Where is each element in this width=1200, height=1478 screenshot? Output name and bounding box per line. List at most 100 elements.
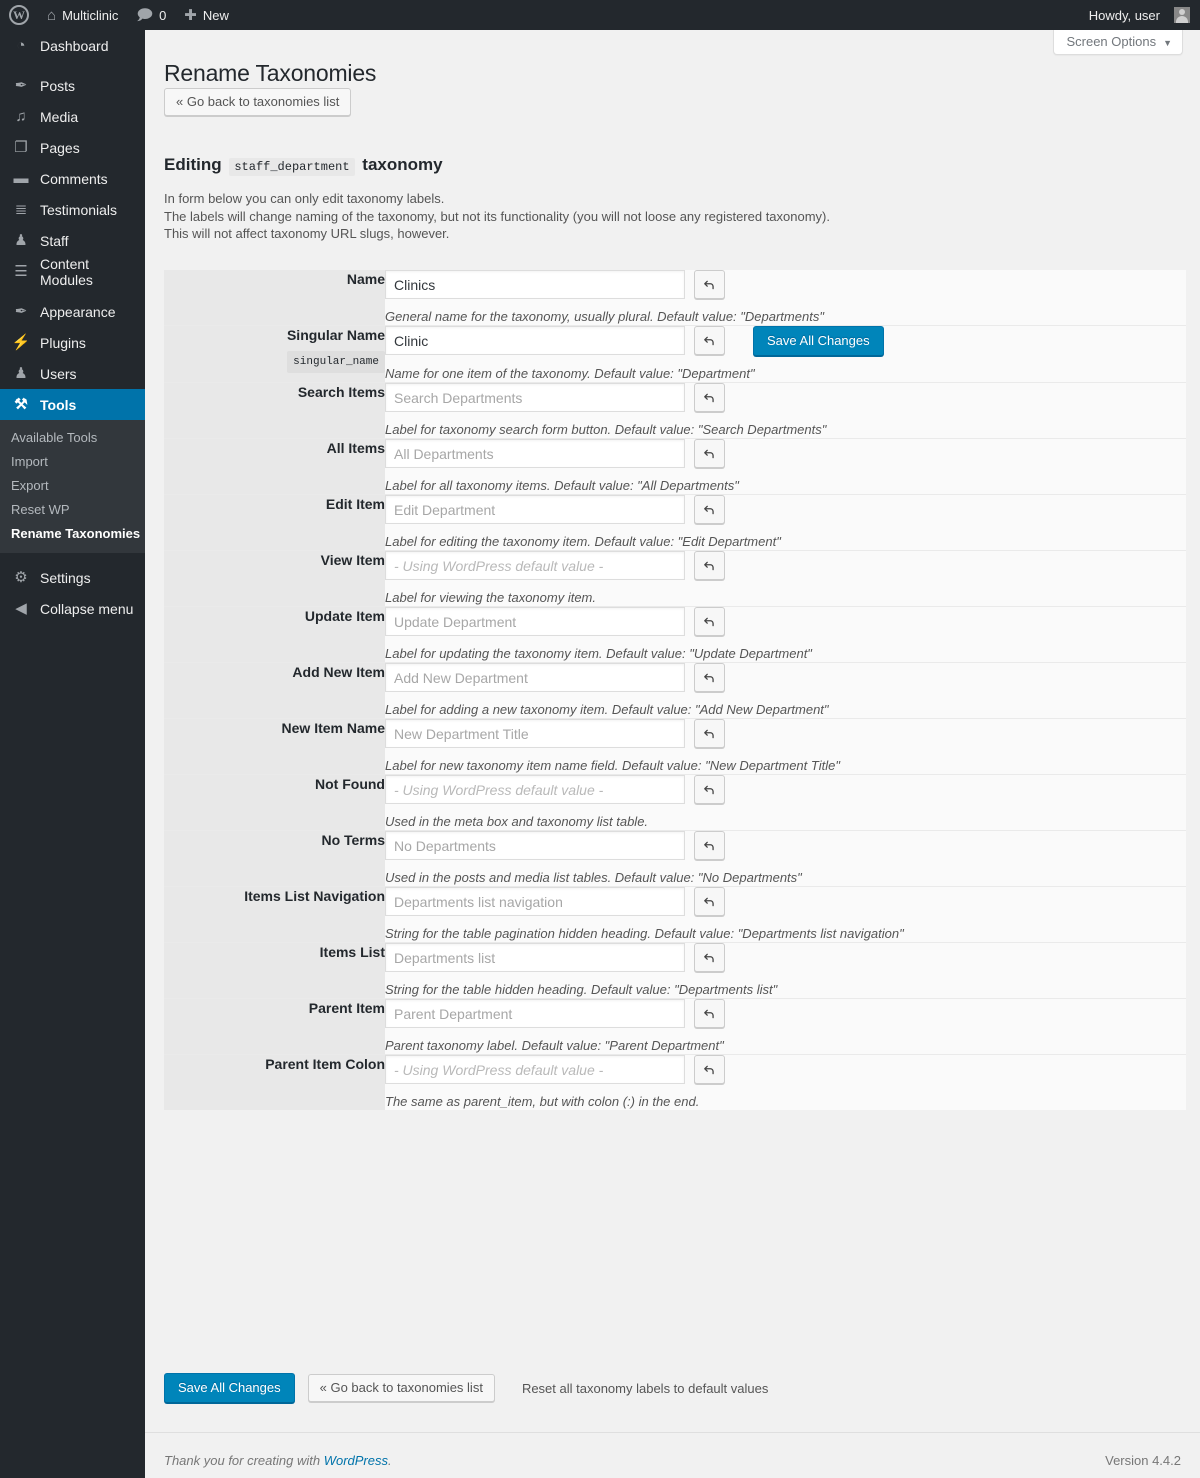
undo-arrow-icon[interactable] (694, 887, 725, 916)
submenu-item-import[interactable]: Import (0, 450, 145, 474)
undo-arrow-icon[interactable] (694, 495, 725, 524)
go-back-to-taxonomies-button-bottom[interactable]: « Go back to taxonomies list (308, 1374, 495, 1402)
undo-arrow-icon[interactable] (694, 663, 725, 692)
plus-icon: ✚ (184, 8, 197, 23)
howdy-label: Howdy, user (1089, 8, 1160, 23)
label-input-name[interactable] (385, 270, 685, 299)
row-help-text: Used in the posts and media list tables.… (385, 869, 1186, 886)
undo-arrow-icon[interactable] (694, 607, 725, 636)
sidebar-item-users[interactable]: ♟Users (0, 358, 145, 389)
label-input-parent-item[interactable] (385, 999, 685, 1028)
screen-options-label: Screen Options (1066, 34, 1156, 49)
save-all-changes-button-inline[interactable]: Save All Changes (753, 326, 884, 356)
row-help-text: Label for all taxonomy items. Default va… (385, 477, 1186, 494)
description-line: This will not affect taxonomy URL slugs,… (164, 225, 1064, 243)
label-input-edit-item[interactable] (385, 495, 685, 524)
sidebar-item-dashboard[interactable]: ◔Dashboard (0, 30, 145, 61)
pin-icon: ✒ (11, 78, 31, 93)
row-label: Parent Item Colon (164, 1055, 385, 1073)
undo-arrow-icon[interactable] (694, 999, 725, 1028)
field-row (385, 719, 1186, 748)
site-name-button[interactable]: ⌂ Multiclinic (38, 0, 127, 30)
field-row (385, 495, 1186, 524)
label-input-all-items[interactable] (385, 439, 685, 468)
settings-icon: ⚙ (11, 570, 31, 585)
row-label-cell: Search Items (164, 383, 385, 439)
row-label: Items List (164, 943, 385, 961)
sidebar-item-tools[interactable]: ⚒Tools (0, 389, 145, 420)
label-input-singular-name[interactable] (385, 326, 685, 355)
label-input-items-list[interactable] (385, 943, 685, 972)
undo-arrow-icon[interactable] (694, 270, 725, 299)
go-back-to-taxonomies-button-top[interactable]: « Go back to taxonomies list (164, 88, 351, 116)
label-input-new-item-name[interactable] (385, 719, 685, 748)
row-label: Add New Item (164, 663, 385, 681)
label-input-search-items[interactable] (385, 383, 685, 412)
table-row: No TermsUsed in the posts and media list… (164, 831, 1186, 887)
sidebar-item-settings[interactable]: ⚙Settings (0, 562, 145, 593)
sidebar-item-staff[interactable]: ♟Staff (0, 225, 145, 256)
undo-arrow-icon[interactable] (694, 831, 725, 860)
row-label-cell: View Item (164, 551, 385, 607)
sidebar-item-media[interactable]: ♫ Media (0, 101, 145, 132)
save-all-changes-button-bottom[interactable]: Save All Changes (164, 1373, 295, 1403)
sidebar-item-pages[interactable]: ❐Pages (0, 132, 145, 163)
undo-arrow-icon[interactable] (694, 326, 725, 355)
undo-arrow-icon[interactable] (694, 943, 725, 972)
screen-options-toggle[interactable]: Screen Options▼ (1053, 30, 1183, 55)
row-help-text: Name for one item of the taxonomy. Defau… (385, 365, 1186, 382)
undo-arrow-icon[interactable] (694, 1055, 725, 1084)
reset-all-labels-link[interactable]: Reset all taxonomy labels to default val… (522, 1381, 768, 1396)
label-input-parent-item-colon[interactable] (385, 1055, 685, 1084)
howdy-account-button[interactable]: Howdy, user (1080, 0, 1190, 30)
label-input-items-list-navigation[interactable] (385, 887, 685, 916)
undo-arrow-icon[interactable] (694, 719, 725, 748)
undo-arrow-icon[interactable] (694, 551, 725, 580)
row-field-cell: Label for new taxonomy item name field. … (385, 719, 1186, 775)
sidebar-item-plugins[interactable]: ⚡Plugins (0, 327, 145, 358)
row-label: Name (164, 270, 385, 288)
collapse-left-icon: ◀ (11, 601, 31, 616)
field-row: Save All Changes (385, 326, 1186, 356)
media-icon: ♫ (11, 109, 31, 124)
table-row: Parent Item ColonThe same as parent_item… (164, 1055, 1186, 1111)
sidebar-item-testimonials[interactable]: ≣Testimonials (0, 194, 145, 225)
sidebar-item-content-modules[interactable]: ☰Content Modules (0, 256, 145, 287)
row-label-cell: Items List Navigation (164, 887, 385, 943)
wordpress-link[interactable]: WordPress (324, 1453, 388, 1468)
editing-suffix: taxonomy (362, 155, 442, 174)
submenu-item-rename-taxonomies[interactable]: Rename Taxonomies (0, 522, 145, 546)
label-input-add-new-item[interactable] (385, 663, 685, 692)
user-icon: ♟ (11, 233, 31, 248)
comments-button[interactable]: 🗩 0 (127, 0, 175, 30)
new-content-button[interactable]: ✚ New (175, 0, 238, 30)
sidebar-item-label: Media (40, 109, 78, 125)
wordpress-logo-button[interactable]: W (0, 0, 38, 30)
submenu-item-available-tools[interactable]: Available Tools (0, 426, 145, 450)
wordpress-version-label: Version 4.4.2 (1105, 1453, 1181, 1468)
comment-bubble-icon: 🗩 (136, 8, 153, 23)
label-input-view-item[interactable] (385, 551, 685, 580)
undo-arrow-icon[interactable] (694, 383, 725, 412)
submenu-item-export[interactable]: Export (0, 474, 145, 498)
submenu-item-reset-wp[interactable]: Reset WP (0, 498, 145, 522)
row-help-text: Parent taxonomy label. Default value: "P… (385, 1037, 1186, 1054)
module-icon: ☰ (11, 264, 31, 279)
row-help-text: Used in the meta box and taxonomy list t… (385, 813, 1186, 830)
sidebar-item-appearance[interactable]: ✒Appearance (0, 296, 145, 327)
wordpress-logo-icon: W (9, 5, 29, 25)
sidebar-item-posts[interactable]: ✒Posts (0, 70, 145, 101)
wrench-icon: ⚒ (11, 397, 31, 412)
sidebar-item-comments[interactable]: ▬Comments (0, 163, 145, 194)
label-input-not-found[interactable] (385, 775, 685, 804)
plug-icon: ⚡ (11, 335, 31, 350)
field-row (385, 999, 1186, 1028)
sidebar-item-label: Comments (40, 171, 108, 187)
label-input-update-item[interactable] (385, 607, 685, 636)
row-field-cell: Parent taxonomy label. Default value: "P… (385, 999, 1186, 1055)
undo-arrow-icon[interactable] (694, 439, 725, 468)
label-input-no-terms[interactable] (385, 831, 685, 860)
sidebar-item-collapse-menu[interactable]: ◀Collapse menu (0, 593, 145, 624)
undo-arrow-icon[interactable] (694, 775, 725, 804)
sidebar-item-label: Pages (40, 140, 80, 156)
